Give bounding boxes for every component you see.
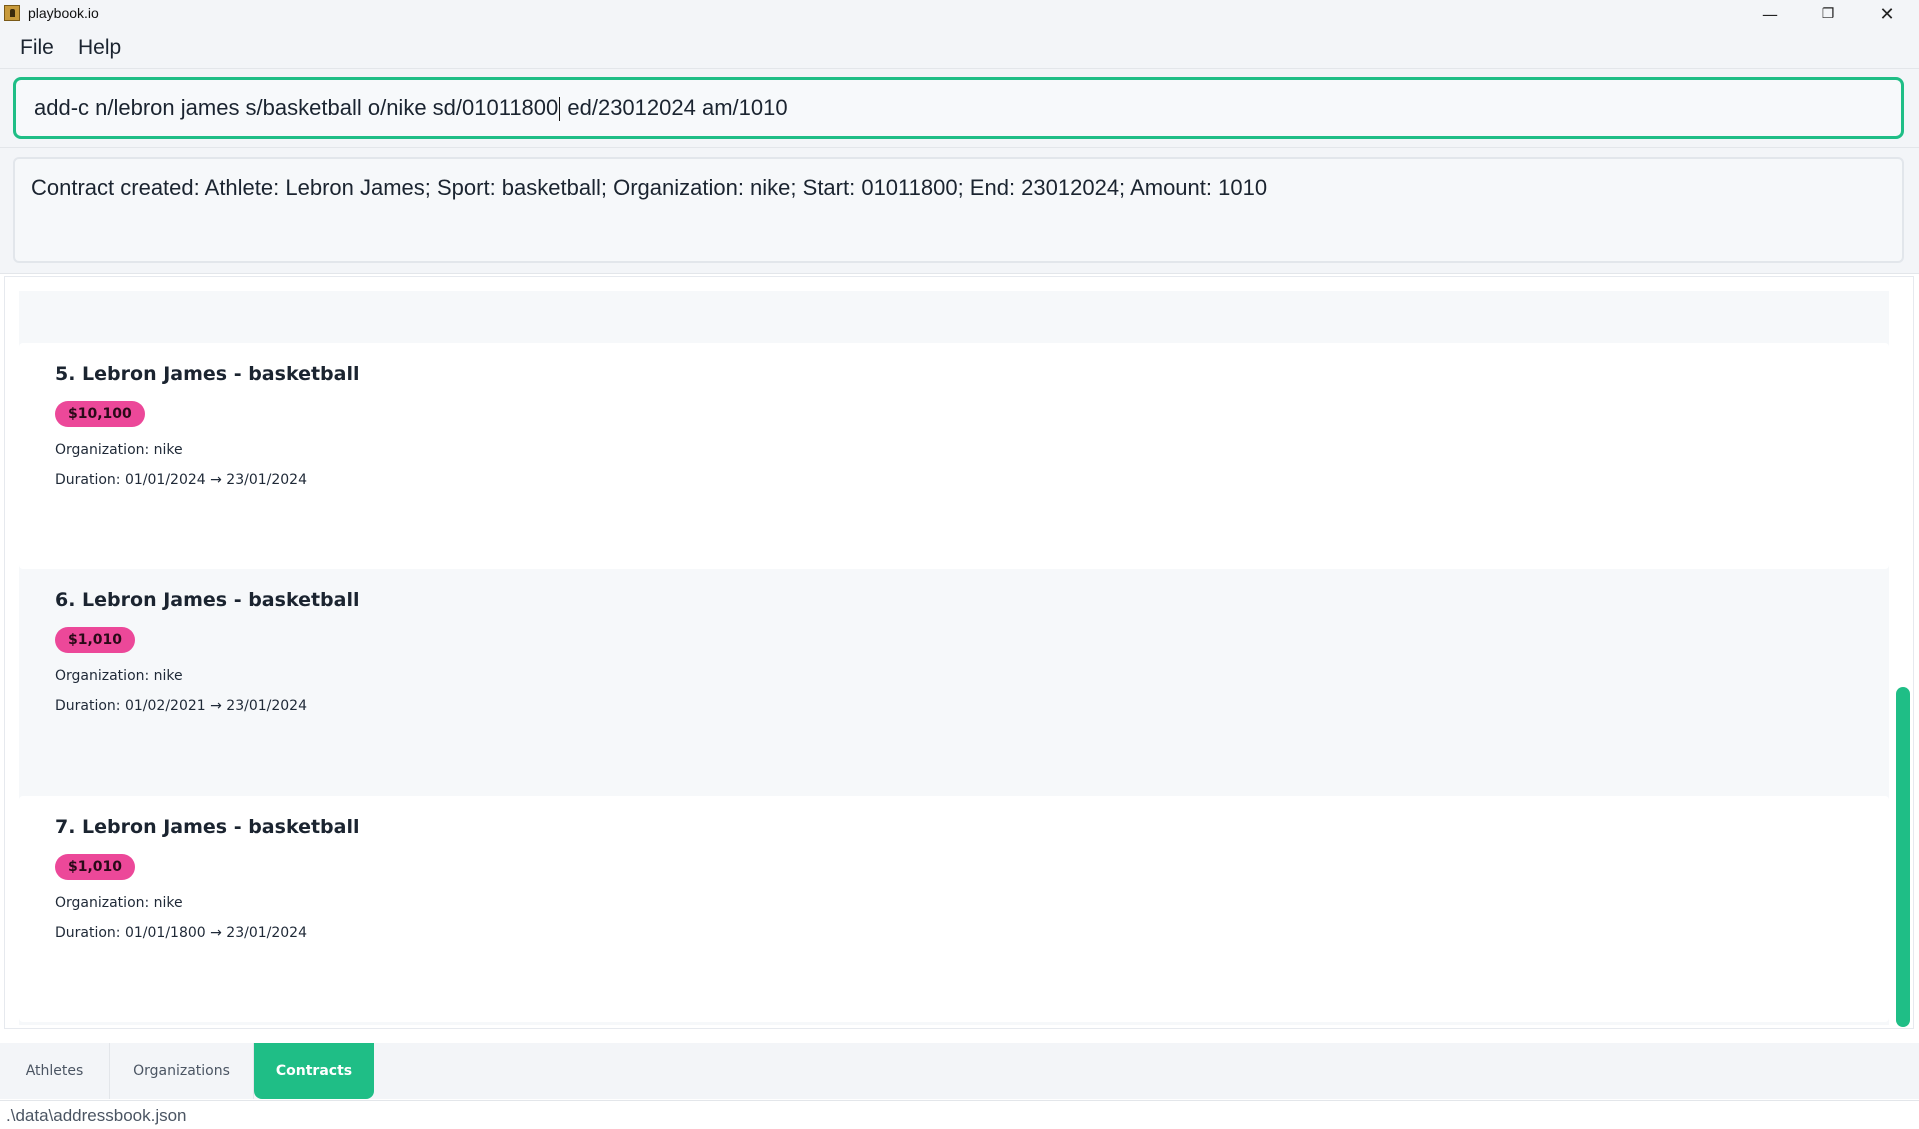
tab-bar: Athletes Organizations Contracts (0, 1043, 1919, 1099)
contract-duration: Duration: 01/01/1800 → 23/01/2024 (55, 925, 307, 941)
data-file-path: .\data\addressbook.json (6, 1106, 187, 1125)
result-text: Contract created: Athlete: Lebron James;… (31, 175, 1268, 200)
contract-title: 6. Lebron James - basketball (55, 589, 360, 611)
app-icon (4, 5, 20, 21)
result-display[interactable]: Contract created: Athlete: Lebron James;… (13, 157, 1904, 263)
maximize-button[interactable]: ❐ (1799, 0, 1857, 28)
command-input[interactable]: add-c n/lebron james s/basketball o/nike… (13, 77, 1904, 139)
contract-organization: Organization: nike (55, 895, 183, 911)
window-title: playbook.io (28, 5, 99, 21)
menu-help[interactable]: Help (78, 36, 121, 60)
amount-badge: $1,010 (55, 627, 136, 653)
contract-duration: Duration: 01/02/2021 → 23/01/2024 (55, 698, 307, 714)
scrollbar-track[interactable] (1892, 277, 1912, 1028)
amount-badge: $1,010 (55, 854, 136, 880)
result-display-container: Contract created: Athlete: Lebron James;… (0, 148, 1919, 274)
menu-file[interactable]: File (20, 36, 54, 60)
command-text-after-caret: ed/23012024 am/1010 (561, 95, 788, 120)
contract-list-panel: 5. Lebron James - basketball $10,100 Org… (4, 276, 1914, 1029)
contract-list[interactable]: 5. Lebron James - basketball $10,100 Org… (19, 291, 1889, 1025)
contract-card[interactable]: 6. Lebron James - basketball $1,010 Orga… (19, 569, 1889, 795)
contract-title: 5. Lebron James - basketball (55, 363, 360, 385)
contract-duration: Duration: 01/01/2024 → 23/01/2024 (55, 472, 307, 488)
close-button[interactable]: ✕ (1858, 0, 1916, 28)
contract-organization: Organization: nike (55, 442, 183, 458)
tab-organizations[interactable]: Organizations (110, 1043, 254, 1099)
contract-organization: Organization: nike (55, 668, 183, 684)
tab-contracts[interactable]: Contracts (254, 1043, 374, 1099)
tab-athletes[interactable]: Athletes (0, 1043, 110, 1099)
contract-card[interactable]: 7. Lebron James - basketball $1,010 Orga… (19, 796, 1889, 1022)
menu-bar: File Help (0, 28, 1919, 69)
minimize-button[interactable]: — (1741, 0, 1799, 28)
command-text-before-caret: add-c n/lebron james s/basketball o/nike… (34, 95, 559, 120)
scrollbar-thumb[interactable] (1896, 687, 1910, 1027)
command-box-container: add-c n/lebron james s/basketball o/nike… (0, 69, 1919, 148)
title-bar: playbook.io — ❐ ✕ (0, 0, 1919, 28)
status-bar: .\data\addressbook.json (0, 1100, 1919, 1129)
contract-title: 7. Lebron James - basketball (55, 816, 360, 838)
contract-card[interactable]: 5. Lebron James - basketball $10,100 Org… (19, 343, 1889, 569)
amount-badge: $10,100 (55, 401, 145, 427)
